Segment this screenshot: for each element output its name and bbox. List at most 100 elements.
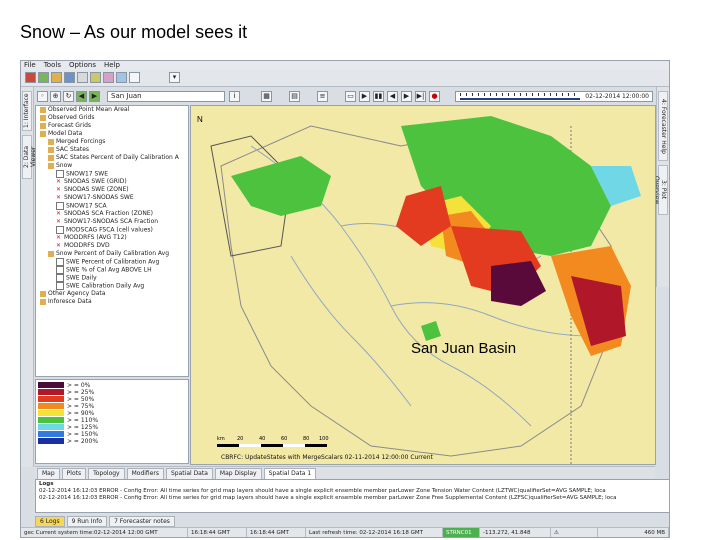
pause-button[interactable]: ▮▮ <box>373 91 384 102</box>
tree-item-label: Forecast Grids <box>48 122 92 129</box>
main-toolbar: ▾ <box>21 70 669 87</box>
tree-item-label: SAC States Percent of Daily Calibration … <box>56 154 179 161</box>
tab-interface[interactable]: 1: Interface <box>22 91 32 131</box>
tree-collapse-icon[interactable]: ◦ <box>37 91 48 102</box>
stop-icon[interactable] <box>25 72 36 83</box>
tree-item[interactable]: ✕ MODDRFS (AVG T12) <box>36 234 188 242</box>
tab-bottom[interactable]: 9 Run Info <box>66 516 108 527</box>
refresh-icon[interactable] <box>38 72 49 83</box>
folder-icon <box>48 162 54 169</box>
flag-icon[interactable] <box>103 72 114 83</box>
info-icon[interactable]: i <box>229 91 240 102</box>
legend-label: > = 75% <box>67 403 95 410</box>
legend-label: > = 90% <box>67 410 95 417</box>
tree-item-label: SNODAS SWE (GRID) <box>64 178 127 185</box>
snow-area-green <box>231 156 331 216</box>
warning-icon[interactable]: ⚠ <box>551 528 598 537</box>
clipboard-icon[interactable] <box>116 72 127 83</box>
tree-item[interactable]: Inforesce Data <box>36 298 188 306</box>
data-tree: Observed Point Mean Areal Observed Grids F… <box>35 105 189 377</box>
tree-item[interactable]: Forecast Grids <box>36 122 188 130</box>
tree-item[interactable]: Merged Forcings <box>36 138 188 146</box>
tree-item[interactable]: SAC States <box>36 146 188 154</box>
map-panel[interactable]: N km 20 40 60 80 100 San Juan Basin <box>190 105 656 465</box>
animation-icon[interactable]: ▭ <box>345 91 356 102</box>
cursor-coords: -113.272, 41.848 <box>480 528 551 537</box>
legend-row: > = 90% <box>38 410 186 417</box>
station-id: STRNC01 <box>443 528 480 537</box>
tree-item-label: SNOW17-SNODAS SCA Fraction <box>64 218 159 225</box>
tree-item[interactable]: Model Data <box>36 130 188 138</box>
tree-item[interactable]: SWE Calibration Daily Avg <box>36 282 188 290</box>
tab-forecaster-help[interactable]: 4: Forecaster Help <box>658 91 668 161</box>
tree-item[interactable]: Observed Point Mean Areal <box>36 106 188 114</box>
tree-item[interactable]: Observed Grids <box>36 114 188 122</box>
legend-swatch <box>38 403 64 409</box>
tree-item[interactable]: SNOW17 SWE <box>36 170 188 178</box>
time-slider[interactable]: 02-12-2014 12:00:00 <box>455 91 653 102</box>
error-icon: ✕ <box>56 241 62 249</box>
tree-item[interactable]: MODSCAG FSCA (cell values) <box>36 226 188 234</box>
zoom-icon[interactable]: ⊕ <box>50 91 61 102</box>
tree-item[interactable]: SWE Percent of Calibration Avg <box>36 258 188 266</box>
fews-application-window: File Tools Options Help ▾ 1: Interface 2… <box>20 60 670 538</box>
tree-item[interactable]: Snow <box>36 162 188 170</box>
step-forward-button[interactable]: ▶ <box>401 91 412 102</box>
folder-icon <box>40 130 46 137</box>
layer-icon[interactable]: ≡ <box>317 91 328 102</box>
play-button[interactable]: ▶ <box>359 91 370 102</box>
folder-icon <box>48 146 54 153</box>
folder-icon[interactable] <box>51 72 62 83</box>
tree-item[interactable]: Snow Percent of Daily Calibration Avg <box>36 250 188 258</box>
tab-bottom[interactable]: 7 Forecaster notes <box>109 516 175 527</box>
tree-item-label: Snow Percent of Daily Calibration Avg <box>56 250 170 257</box>
notes-icon[interactable] <box>129 72 140 83</box>
forward-icon[interactable]: ▶ <box>89 91 100 102</box>
tree-item[interactable]: SWE Daily <box>36 274 188 282</box>
tree-item-label: Snow <box>56 162 73 169</box>
legend-label: > = 200% <box>67 438 99 445</box>
gmt-icon[interactable]: ▦ <box>261 91 272 102</box>
filter-icon[interactable]: ▾ <box>169 72 180 83</box>
tree-item[interactable]: ✕ SNOW17-SNODAS SWE <box>36 194 188 202</box>
tab-data-viewer[interactable]: 2: Data Viewer <box>22 135 37 179</box>
back-icon[interactable]: ◀ <box>76 91 87 102</box>
menu-help[interactable]: Help <box>104 61 120 70</box>
tab-bottom[interactable]: 6 Logs <box>35 516 65 527</box>
legend-swatch <box>38 417 64 423</box>
legend-label: > = 50% <box>67 396 95 403</box>
skip-end-button[interactable]: ▶| <box>415 91 426 102</box>
tree-item[interactable]: ✕ SNODAS SCA Fraction (ZONE) <box>36 210 188 218</box>
tree-item[interactable]: SAC States Percent of Daily Calibration … <box>36 154 188 162</box>
menu-options[interactable]: Options <box>69 61 96 70</box>
legend-row: > = 75% <box>38 403 186 410</box>
tree-item[interactable]: ✕ MODDRFS DVD <box>36 242 188 250</box>
tab-plot-overview[interactable]: 3: Plot Overview <box>653 165 668 215</box>
refresh-icon[interactable]: ↻ <box>63 91 74 102</box>
tree-item-label: Inforesce Data <box>48 298 92 305</box>
tree-item[interactable]: ✕ SNODAS SWE (GRID) <box>36 178 188 186</box>
grid-icon[interactable] <box>64 72 75 83</box>
tree-item[interactable]: ✕ SNOW17-SNODAS SCA Fraction <box>36 218 188 226</box>
scale-label: km <box>217 436 225 442</box>
tree-item[interactable]: SNOW17 SCA <box>36 202 188 210</box>
lock-icon[interactable] <box>90 72 101 83</box>
legend-row: > = 25% <box>38 389 186 396</box>
scale-label: 20 <box>237 436 243 442</box>
grid-settings-icon[interactable]: ▤ <box>289 91 300 102</box>
tree-item[interactable]: SWE % of Cal Avg ABOVE LH <box>36 266 188 274</box>
tree-item[interactable]: ✕ SNODAS SWE (ZONE) <box>36 186 188 194</box>
menu-file[interactable]: File <box>24 61 36 70</box>
tree-item-label: SNOW17-SNODAS SWE <box>64 194 134 201</box>
error-icon: ✕ <box>56 217 62 225</box>
river <box>390 302 592 337</box>
record-button[interactable]: ● <box>429 91 440 102</box>
menu-tools[interactable]: Tools <box>44 61 61 70</box>
location-select[interactable]: San Juan <box>107 91 225 102</box>
map-canvas[interactable]: N km 20 40 60 80 100 <box>191 106 656 465</box>
legend-row: > = 150% <box>38 431 186 438</box>
step-back-button[interactable]: ◀ <box>387 91 398 102</box>
tree-item[interactable]: Other Agency Data <box>36 290 188 298</box>
chart-icon[interactable] <box>77 72 88 83</box>
legend-label: > = 25% <box>67 389 95 396</box>
